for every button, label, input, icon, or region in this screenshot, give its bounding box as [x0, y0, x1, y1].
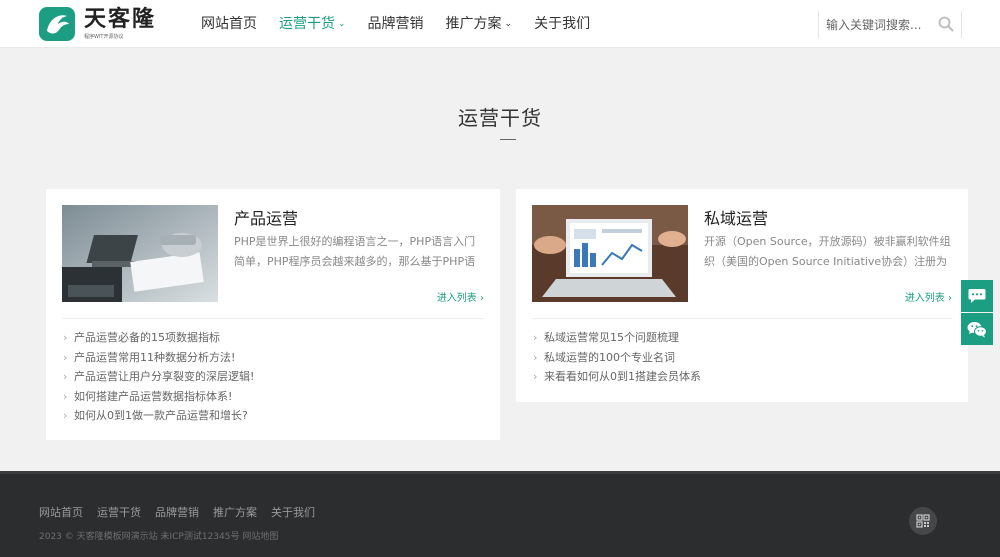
list-item[interactable]: 产品运营常用11种数据分析方法! — [62, 348, 254, 368]
category-card-private-domain: 私域运营 开源（Open Source，开放源码）被非赢利软件组织（美国的Ope… — [516, 189, 968, 402]
card-title[interactable]: 私域运营 — [704, 205, 768, 229]
list-item[interactable]: 产品运营必备的15项数据指标 — [62, 328, 254, 348]
list-item[interactable]: 来看看如何从0到1搭建会员体系 — [532, 367, 701, 387]
chevron-down-icon: ⌄ — [338, 19, 346, 29]
main-nav: 网站首页 运营干货 ⌄ 品牌营销 推广方案 ⌄ 关于我们 — [201, 0, 612, 48]
enter-list-label: 进入列表 — [436, 293, 477, 304]
site-header: 天客隆 程序WIT开源协议 网站首页 运营干货 ⌄ 品牌营销 推广方案 ⌄ 关于我们 — [0, 0, 1000, 48]
wechat-icon — [967, 321, 987, 337]
article-list: 产品运营必备的15项数据指标 产品运营常用11种数据分析方法! 产品运营让用户分… — [62, 328, 254, 426]
qrcode-button[interactable] — [909, 507, 937, 535]
nav-item-about[interactable]: 关于我们 — [534, 0, 590, 48]
card-description: PHP是世界上很好的编程语言之一，PHP语言入门简单，PHP程序员会越来越多的，… — [234, 235, 476, 268]
list-item[interactable]: 产品运营让用户分享裂变的深层逻辑! — [62, 367, 254, 387]
card-divider — [532, 318, 952, 319]
qrcode-icon — [916, 514, 930, 528]
footer-link-operations[interactable]: 运营干货 — [97, 504, 141, 520]
category-card-product-operations: 产品运营 PHP是世界上很好的编程语言之一，PHP语言入门简单，PHP程序员会越… — [46, 189, 500, 440]
logo-subtitle: 程序WIT开源协议 — [84, 33, 124, 40]
chat-bubble-icon — [968, 289, 986, 303]
chevron-down-icon: ⌄ — [504, 19, 513, 29]
nav-item-home[interactable]: 网站首页 — [201, 0, 257, 48]
search-input[interactable] — [826, 14, 936, 35]
chevron-right-icon: › — [948, 293, 952, 304]
title-underline — [500, 139, 516, 140]
enter-list-link[interactable]: 进入列表 › — [437, 289, 484, 304]
nav-label: 关于我们 — [534, 16, 591, 32]
nav-label: 运营干货 — [279, 16, 335, 32]
footer-link-brand-marketing[interactable]: 品牌营销 — [155, 504, 199, 520]
logo-mark-icon — [39, 7, 75, 41]
footer-link-promotion[interactable]: 推广方案 — [213, 504, 257, 520]
site-logo[interactable]: 天客隆 程序WIT开源协议 — [39, 7, 156, 41]
card-thumbnail[interactable] — [62, 205, 218, 302]
chevron-right-icon: › — [480, 293, 484, 304]
nav-item-brand-marketing[interactable]: 品牌营销 — [368, 0, 424, 48]
article-list: 私域运营常见15个问题梳理 私域运营的100个专业名词 来看看如何从0到1搭建会… — [532, 328, 701, 387]
nav-label: 网站首页 — [201, 16, 257, 32]
list-item[interactable]: 私域运营常见15个问题梳理 — [532, 328, 701, 348]
nav-item-promotion[interactable]: 推广方案 ⌄ — [446, 0, 513, 48]
footer-link-about[interactable]: 关于我们 — [271, 504, 315, 520]
logo-text: 天客隆 程序WIT开源协议 — [84, 6, 157, 41]
enter-list-label: 进入列表 — [904, 293, 945, 304]
card-description: 开源（Open Source，开放源码）被非赢利软件组织（美国的Open Sou… — [704, 235, 951, 268]
list-item[interactable]: 如何从0到1做一款产品运营和增长? — [62, 406, 254, 426]
card-title[interactable]: 产品运营 — [234, 205, 298, 229]
enter-list-link[interactable]: 进入列表 › — [905, 289, 952, 304]
search-icon[interactable] — [937, 15, 955, 33]
search-box — [818, 11, 962, 38]
nav-label: 推广方案 — [445, 16, 502, 32]
footer-nav: 网站首页 运营干货 品牌营销 推广方案 关于我们 — [39, 504, 329, 520]
footer-link-home[interactable]: 网站首页 — [39, 504, 83, 520]
wechat-button[interactable] — [961, 313, 993, 345]
nav-label: 品牌营销 — [367, 16, 424, 32]
card-thumbnail[interactable] — [532, 205, 688, 302]
logo-title: 天客隆 — [84, 6, 157, 32]
nav-item-operations[interactable]: 运营干货 ⌄ — [279, 0, 346, 48]
site-footer: 网站首页 运营干货 品牌营销 推广方案 关于我们 2023 © 天客隆模板网演示… — [0, 471, 1000, 557]
section-title: 运营干货 — [458, 106, 542, 130]
chat-button[interactable] — [961, 280, 993, 312]
list-item[interactable]: 如何搭建产品运营数据指标体系! — [62, 387, 254, 407]
card-divider — [62, 318, 484, 319]
list-item[interactable]: 私域运营的100个专业名词 — [532, 348, 701, 368]
footer-copyright: 2023 © 天客隆模板网演示站 未ICP测试12345号 网站地图 — [39, 532, 279, 542]
